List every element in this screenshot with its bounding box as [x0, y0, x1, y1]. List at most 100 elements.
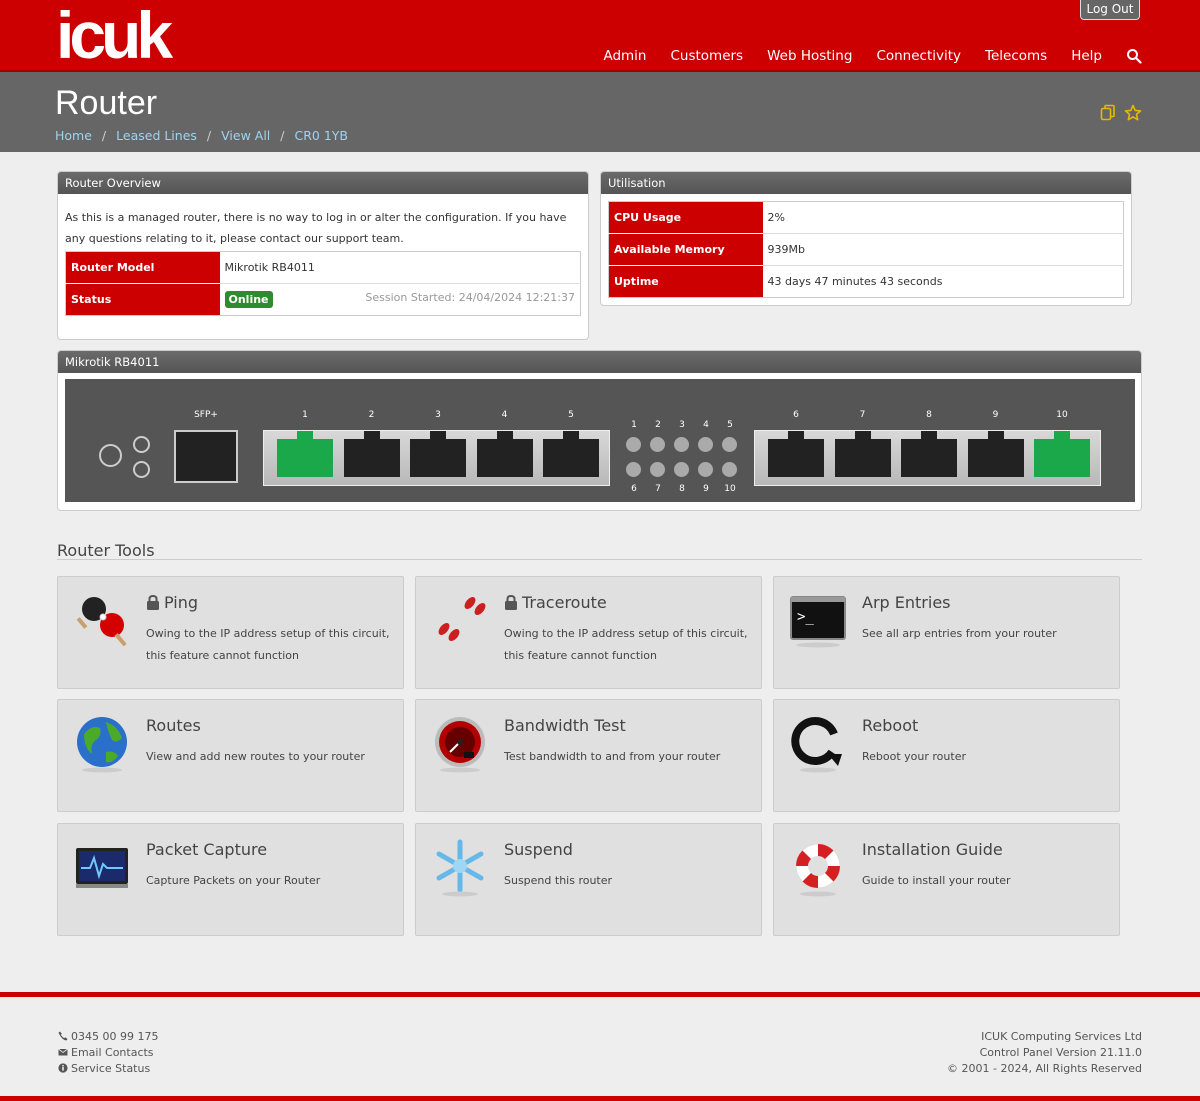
tool-packet-capture[interactable]: Packet Capture Capture Packets on your R…	[57, 823, 404, 936]
tool-label: Installation Guide	[862, 840, 1003, 859]
port-label: 8	[926, 410, 932, 420]
tool-traceroute[interactable]: Traceroute Owing to the IP address setup…	[415, 576, 762, 689]
tool-bandwidth-test[interactable]: Bandwidth Test Test bandwidth to and fro…	[415, 699, 762, 812]
nav-admin[interactable]: Admin	[603, 48, 646, 64]
logout-button[interactable]: Log Out	[1080, 0, 1140, 20]
tool-name: Routes	[146, 716, 201, 735]
port-label: 3	[435, 410, 441, 420]
panel-heading: Router Overview	[58, 172, 588, 194]
copy-icon[interactable]	[1100, 104, 1116, 122]
tool-suspend[interactable]: Suspend Suspend this router	[415, 823, 762, 936]
footprints-icon	[438, 597, 486, 641]
tool-ping[interactable]: Ping Owing to the IP address setup of th…	[57, 576, 404, 689]
session-started: Session Started: 24/04/2024 12:21:37	[365, 291, 575, 304]
tool-installation-guide[interactable]: Installation Guide Guide to install your…	[773, 823, 1120, 936]
cpu-usage-value: 2%	[762, 201, 1124, 234]
ethernet-port-6[interactable]	[768, 439, 824, 477]
port-label: 9	[992, 410, 999, 420]
port-led	[626, 437, 641, 452]
breadcrumb-view-all[interactable]: View All	[221, 128, 270, 143]
breadcrumb-separator: /	[280, 128, 285, 143]
tool-label: Suspend	[504, 840, 573, 859]
ethernet-port-2[interactable]	[343, 439, 400, 477]
ethernet-port-7[interactable]	[834, 439, 891, 477]
footer-status-link[interactable]: Service Status	[71, 1062, 150, 1075]
info-icon	[58, 1063, 68, 1073]
ethernet-port-5[interactable]	[543, 439, 599, 477]
svg-text:>_: >_	[797, 609, 814, 625]
port-label: 6	[793, 410, 799, 420]
port-label: 2	[368, 410, 375, 420]
nav-connectivity[interactable]: Connectivity	[876, 48, 961, 64]
tool-description: Capture Packets on your Router	[146, 874, 321, 887]
speedometer-icon	[435, 717, 485, 773]
nav-help[interactable]: Help	[1071, 48, 1102, 64]
ethernet-port-9[interactable]	[967, 439, 1024, 477]
top-bar: icuk Log Out Admin Customers Web Hosting…	[0, 0, 1200, 72]
utilisation-panel: Utilisation CPU Usage 2% Available Memor…	[600, 171, 1132, 306]
led-indicator	[133, 461, 150, 478]
ethernet-port-4[interactable]	[476, 439, 533, 477]
uptime-value: 43 days 47 minutes 43 seconds	[767, 275, 943, 288]
ethernet-port-1[interactable]	[277, 439, 333, 477]
tool-description: See all arp entries from your router	[862, 627, 1057, 640]
ethernet-port-10[interactable]	[1034, 439, 1090, 477]
main-nav: Admin Customers Web Hosting Connectivity…	[603, 48, 1142, 64]
icuk-logo[interactable]: icuk	[56, 2, 173, 68]
panel-heading: Utilisation	[601, 172, 1131, 194]
cpu-usage-label: CPU Usage	[608, 201, 763, 234]
nav-web-hosting[interactable]: Web Hosting	[767, 48, 852, 64]
footer-status-row[interactable]: Service Status	[58, 1061, 158, 1077]
tool-description: Owing to the IP address setup of this ci…	[504, 627, 748, 662]
uptime-label: Uptime	[608, 265, 763, 298]
tool-name: Arp Entries	[862, 593, 951, 612]
tool-reboot[interactable]: Reboot Reboot your router	[773, 699, 1120, 812]
utilisation-table: CPU Usage 2% Available Memory 939Mb Upti…	[608, 201, 1124, 298]
tool-label: Traceroute	[522, 593, 607, 612]
table-row: Available Memory 939Mb	[608, 233, 1124, 266]
lock-icon	[505, 595, 517, 610]
tool-name: Installation Guide	[862, 840, 1003, 859]
breadcrumb-home[interactable]: Home	[55, 128, 92, 143]
tool-description: Reboot your router	[862, 750, 966, 763]
sfp-port[interactable]	[174, 430, 238, 483]
monitor-icon	[76, 848, 128, 888]
table-row: CPU Usage 2%	[608, 201, 1124, 234]
router-model-label: Router Model	[65, 251, 220, 284]
tool-arp-entries[interactable]: >_ Arp Entries See all arp entries from …	[773, 576, 1120, 689]
reset-button	[99, 444, 122, 467]
router-model-value: Mikrotik RB4011	[219, 251, 581, 284]
tool-label: Reboot	[862, 716, 919, 735]
footer-email-row[interactable]: Email Contacts	[58, 1045, 158, 1061]
star-icon[interactable]	[1124, 104, 1142, 122]
table-row: Status Online Session Started: 24/04/202…	[65, 283, 581, 316]
led-label: 5	[727, 420, 733, 430]
tool-description: View and add new routes to your router	[146, 750, 365, 763]
ethernet-port-8[interactable]	[901, 439, 957, 477]
envelope-icon	[58, 1048, 68, 1056]
tool-name: Reboot	[862, 716, 918, 735]
table-row: Router Model Mikrotik RB4011	[65, 251, 581, 284]
panel-heading: Mikrotik RB4011	[58, 351, 1141, 373]
breadcrumb-leased-lines[interactable]: Leased Lines	[116, 128, 197, 143]
port-led	[626, 462, 641, 477]
status-cell: Online Session Started: 24/04/2024 12:21…	[220, 284, 581, 316]
available-memory-label: Available Memory	[608, 233, 763, 266]
router-tools-heading: Router Tools	[57, 541, 155, 560]
terminal-icon: >_	[790, 596, 846, 648]
footer-contacts: 0345 00 99 175 Email Contacts Service St…	[58, 1029, 158, 1077]
port-label: 10	[1056, 410, 1068, 420]
search-icon[interactable]	[1126, 48, 1142, 64]
nav-customers[interactable]: Customers	[670, 48, 743, 64]
footer-bottom-bar	[0, 1096, 1200, 1101]
title-actions	[1100, 104, 1142, 122]
tool-routes[interactable]: Routes View and add new routes to your r…	[57, 699, 404, 812]
breadcrumb-current[interactable]: CR0 1YB	[295, 128, 349, 143]
copyright: © 2001 - 2024, All Rights Reserved	[947, 1062, 1142, 1075]
nav-telecoms[interactable]: Telecoms	[985, 48, 1047, 64]
footer-email-link[interactable]: Email Contacts	[71, 1046, 154, 1059]
router-front-panel: SFP+ 12345 1 2 3 4 5 6 7 8 9 10 6 7 8 9 10	[65, 379, 1135, 502]
port-led	[674, 437, 689, 452]
ethernet-port-3[interactable]	[410, 439, 466, 477]
breadcrumb: Home / Leased Lines / View All / CR0 1YB	[55, 128, 348, 143]
